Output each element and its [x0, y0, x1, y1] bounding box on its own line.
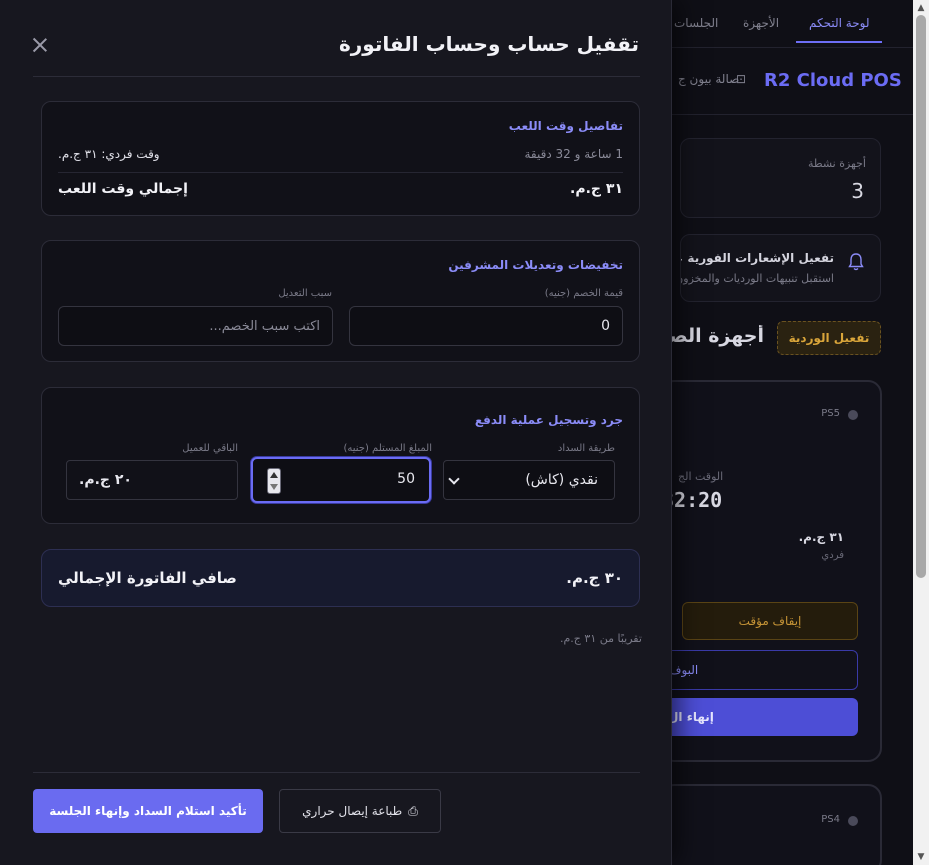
payment-method-select[interactable]: نقدي (كاش): [443, 460, 615, 500]
printer-icon: ⎙: [408, 803, 418, 818]
notification-subtitle: استقبل تنبيهات الورديات والمخزون و: [680, 272, 834, 285]
activate-shift-button[interactable]: تفعيل الوردية: [777, 321, 881, 355]
reason-input[interactable]: [58, 306, 333, 346]
status-dot: [848, 816, 858, 826]
approx-note: تقريبًا من ٣١ ج.م.: [560, 632, 642, 645]
divider: [58, 172, 623, 173]
device-name: PS5: [821, 408, 840, 419]
net-total-panel: ٣٠ ج.م. صافي الفاتورة الإجمالي: [41, 549, 640, 607]
amount-received-input[interactable]: 50: [251, 457, 431, 503]
reason-label: سبب التعديل: [278, 288, 332, 299]
notification-card[interactable]: تفعيل الإشعارات الفورية على ه استقبل تنب…: [680, 234, 881, 302]
payment-panel: جرد وتسجيل عملية الدفع طريقة السداد المب…: [41, 387, 640, 524]
panel-heading: جرد وتسجيل عملية الدفع: [474, 413, 623, 427]
panel-heading: تفاصيل وقت اللعب: [508, 119, 623, 133]
remaining-field: ٢٠ ج.م.: [66, 460, 238, 500]
device-price: ٣١ ج.م.: [798, 530, 844, 544]
status-dot: [848, 410, 858, 420]
discount-label: قيمة الخصم (جنيه): [544, 288, 623, 299]
amount-value: 50: [397, 471, 415, 487]
individual-rate: وقت فردي: ٣١ ج.م.: [58, 147, 160, 161]
stat-value: 3: [851, 179, 864, 203]
scrollbar-thumb[interactable]: [916, 15, 926, 578]
checkout-modal: تقفيل حساب وحساب الفاتورة تفاصيل وقت الل…: [0, 0, 672, 865]
scroll-up-arrow-icon[interactable]: ▲: [915, 4, 927, 13]
close-icon[interactable]: [30, 35, 50, 55]
play-time-panel: تفاصيل وقت اللعب 1 ساعة و 32 دقيقة وقت ف…: [41, 101, 640, 216]
method-label: طريقة السداد: [557, 443, 615, 454]
net-total-value: ٣٠ ج.م.: [566, 569, 623, 587]
play-total-value: ٣١ ج.م.: [570, 181, 623, 197]
scroll-down-arrow-icon[interactable]: ▼: [915, 853, 927, 862]
stepper-down-icon[interactable]: [270, 484, 278, 490]
timer-label: الوقت الج: [678, 470, 724, 483]
buffet-button[interactable]: البوف: [662, 650, 858, 690]
stepper-up-icon[interactable]: [270, 472, 278, 478]
device-name: PS4: [821, 814, 840, 825]
active-tab-indicator: [796, 41, 882, 43]
number-stepper[interactable]: [267, 468, 281, 494]
remaining-label: الباقي للعميل: [182, 443, 238, 454]
tab-sessions[interactable]: الجلسات: [674, 16, 718, 30]
print-receipt-button[interactable]: ⎙ طباعة إيصال حراري: [279, 789, 441, 833]
brand-logo: R2 Cloud POS: [764, 70, 902, 91]
print-button-label: طباعة إيصال حراري: [302, 803, 403, 818]
tab-dashboard[interactable]: لوحة التحكم: [809, 16, 870, 30]
hall-name: صالة بيون ج: [678, 72, 740, 86]
amount-label: المبلغ المستلم (جنيه): [343, 443, 432, 454]
discount-input[interactable]: [349, 306, 623, 346]
play-total-label: إجمالي وقت اللعب: [58, 181, 188, 197]
active-devices-card: أجهزة نشطة 3: [680, 138, 881, 218]
stat-label: أجهزة نشطة: [807, 157, 866, 170]
panel-heading: تخفيضات وتعديلات المشرفين: [448, 258, 623, 272]
divider: [33, 76, 640, 77]
net-total-label: صافي الفاتورة الإجمالي: [58, 569, 237, 587]
device-mode: فردي: [821, 550, 844, 561]
remaining-value: ٢٠ ج.م.: [79, 472, 132, 488]
divider: [672, 114, 913, 115]
confirm-payment-button[interactable]: تأكيد استلام السداد وإنهاء الجلسة: [33, 789, 263, 833]
bell-icon: [848, 253, 864, 271]
section-title: أجهزة الصالة: [672, 325, 764, 347]
discounts-panel: تخفيضات وتعديلات المشرفين قيمة الخصم (جن…: [41, 240, 640, 362]
notification-title: تفعيل الإشعارات الفورية على ه: [681, 251, 834, 265]
device-card[interactable]: PS5 الوقت الج 32:20 ٣١ ج.م. فردي إيقاف م…: [660, 380, 882, 762]
play-duration: 1 ساعة و 32 دقيقة: [524, 147, 624, 161]
chevron-down-icon: [448, 473, 460, 485]
timer-box: الوقت الج 32:20: [662, 462, 862, 530]
divider: [33, 772, 640, 773]
pause-button[interactable]: إيقاف مؤقت: [682, 602, 858, 640]
modal-title: تقفيل حساب وحساب الفاتورة: [338, 32, 639, 56]
tab-devices[interactable]: الأجهزة: [743, 16, 779, 30]
device-card[interactable]: PS4: [660, 784, 882, 865]
end-session-button[interactable]: إنهاء ال: [662, 698, 858, 736]
payment-method-value: نقدي (كاش): [525, 472, 598, 488]
